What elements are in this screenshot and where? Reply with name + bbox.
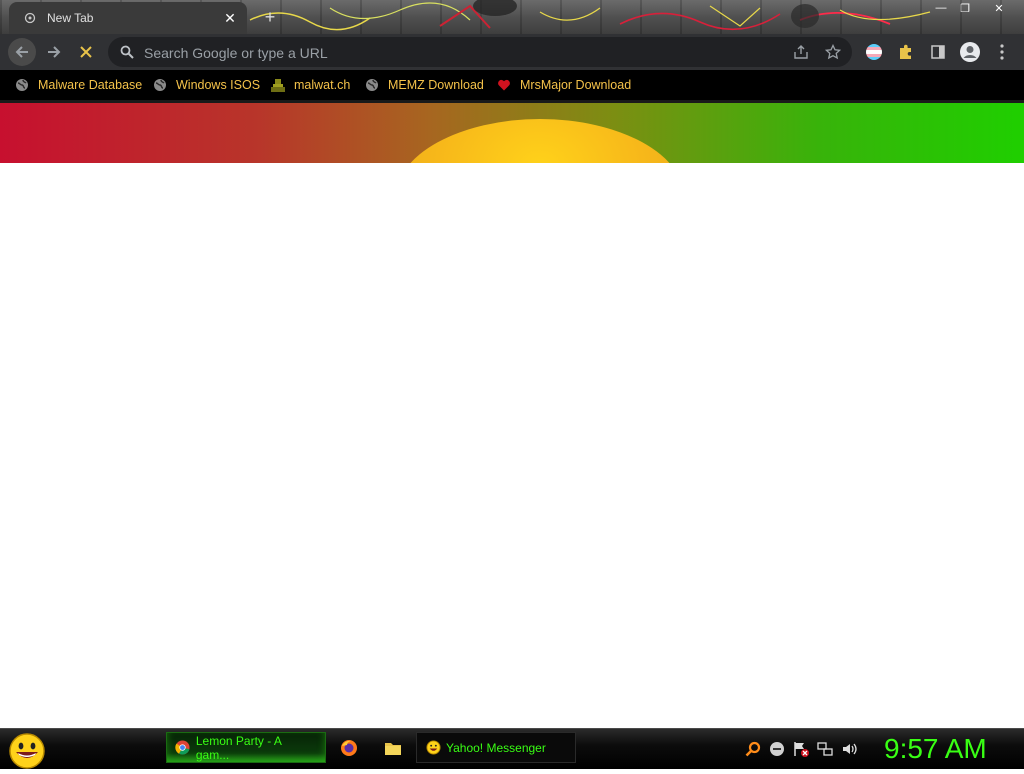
smiley-start-icon: [9, 733, 45, 769]
back-arrow-icon: [15, 46, 28, 58]
stop-loading-icon: [80, 46, 92, 58]
volume-icon[interactable]: [840, 740, 858, 758]
browser-title-bar: New Tab ✕ + — ❐ ✕: [0, 0, 1024, 34]
task-label: Lemon Party - A gam...: [195, 733, 282, 762]
bookmark-label: MrsMajor Download: [520, 78, 632, 92]
globe-icon: [364, 77, 380, 93]
globe-icon: [152, 77, 168, 93]
close-window-button[interactable]: ✕: [988, 0, 1010, 16]
yahoo-smiley-icon: [425, 740, 441, 756]
graffiti-background: [249, 0, 931, 31]
bookmark-label: Malware Database: [38, 78, 143, 92]
stop-loading-button[interactable]: [72, 38, 100, 66]
chrome-icon: [175, 740, 191, 756]
browser-tab[interactable]: New Tab ✕: [9, 2, 247, 34]
globe-icon: [14, 77, 30, 93]
firefox-icon[interactable]: [339, 738, 359, 758]
heart-icon: [496, 77, 512, 93]
bookmark-label: MEMZ Download: [388, 78, 484, 92]
action-center-flag-icon[interactable]: [792, 740, 810, 758]
bookmark-mrsmajor-download[interactable]: MrsMajor Download: [496, 75, 631, 95]
minimize-button[interactable]: —: [930, 0, 952, 16]
bookmark-windows-isos[interactable]: Windows ISOS: [152, 75, 260, 95]
side-panel-icon[interactable]: [926, 40, 950, 64]
status-dot-icon[interactable]: [768, 740, 786, 758]
account-avatar-icon[interactable]: [958, 40, 982, 64]
new-tab-icon: [23, 11, 37, 25]
bookmark-malware-database[interactable]: Malware Database: [14, 75, 142, 95]
lemon-graphic: [395, 119, 685, 163]
browser-toolbar: [0, 34, 1024, 70]
forward-button[interactable]: [40, 38, 68, 66]
extensions-puzzle-icon[interactable]: [894, 40, 918, 64]
malwatch-favicon-icon: [270, 77, 286, 93]
bookmark-malwatch[interactable]: malwat.ch: [270, 75, 350, 95]
star-icon[interactable]: [824, 43, 842, 61]
bookmark-label: Windows ISOS: [176, 78, 261, 92]
taskbar: Lemon Party - A gam... Yahoo! Messenger …: [0, 728, 1024, 769]
forward-arrow-icon: [48, 46, 61, 58]
taskbar-clock[interactable]: 9:57 AM: [884, 733, 1014, 765]
bookmark-memz-download[interactable]: MEMZ Download: [364, 75, 484, 95]
task-label: Yahoo! Messenger: [446, 740, 546, 755]
page-content: [0, 163, 1024, 727]
start-button[interactable]: [7, 731, 47, 769]
bookmark-label: malwat.ch: [294, 78, 351, 92]
menu-dots-icon[interactable]: [990, 40, 1014, 64]
back-button[interactable]: [8, 38, 36, 66]
taskbar-task-chrome[interactable]: Lemon Party - A gam...: [166, 732, 326, 763]
network-icon[interactable]: [816, 740, 834, 758]
bookmarks-bar: Malware Database Windows ISOS malwat.ch …: [0, 70, 1024, 100]
address-bar[interactable]: [108, 37, 852, 69]
tab-title: New Tab: [47, 11, 94, 25]
address-input[interactable]: [142, 37, 776, 69]
share-icon[interactable]: [792, 43, 810, 61]
folder-icon[interactable]: [383, 738, 403, 758]
profile-flag-icon[interactable]: [862, 40, 886, 64]
search-icon: [120, 45, 134, 59]
new-tab-button[interactable]: +: [259, 6, 281, 28]
taskbar-task-yahoo-messenger[interactable]: Yahoo! Messenger: [416, 732, 576, 763]
maximize-button[interactable]: ❐: [954, 0, 976, 16]
page-banner: [0, 103, 1024, 163]
tab-close-icon[interactable]: ✕: [221, 9, 239, 27]
search-magnifier-icon[interactable]: [744, 740, 762, 758]
